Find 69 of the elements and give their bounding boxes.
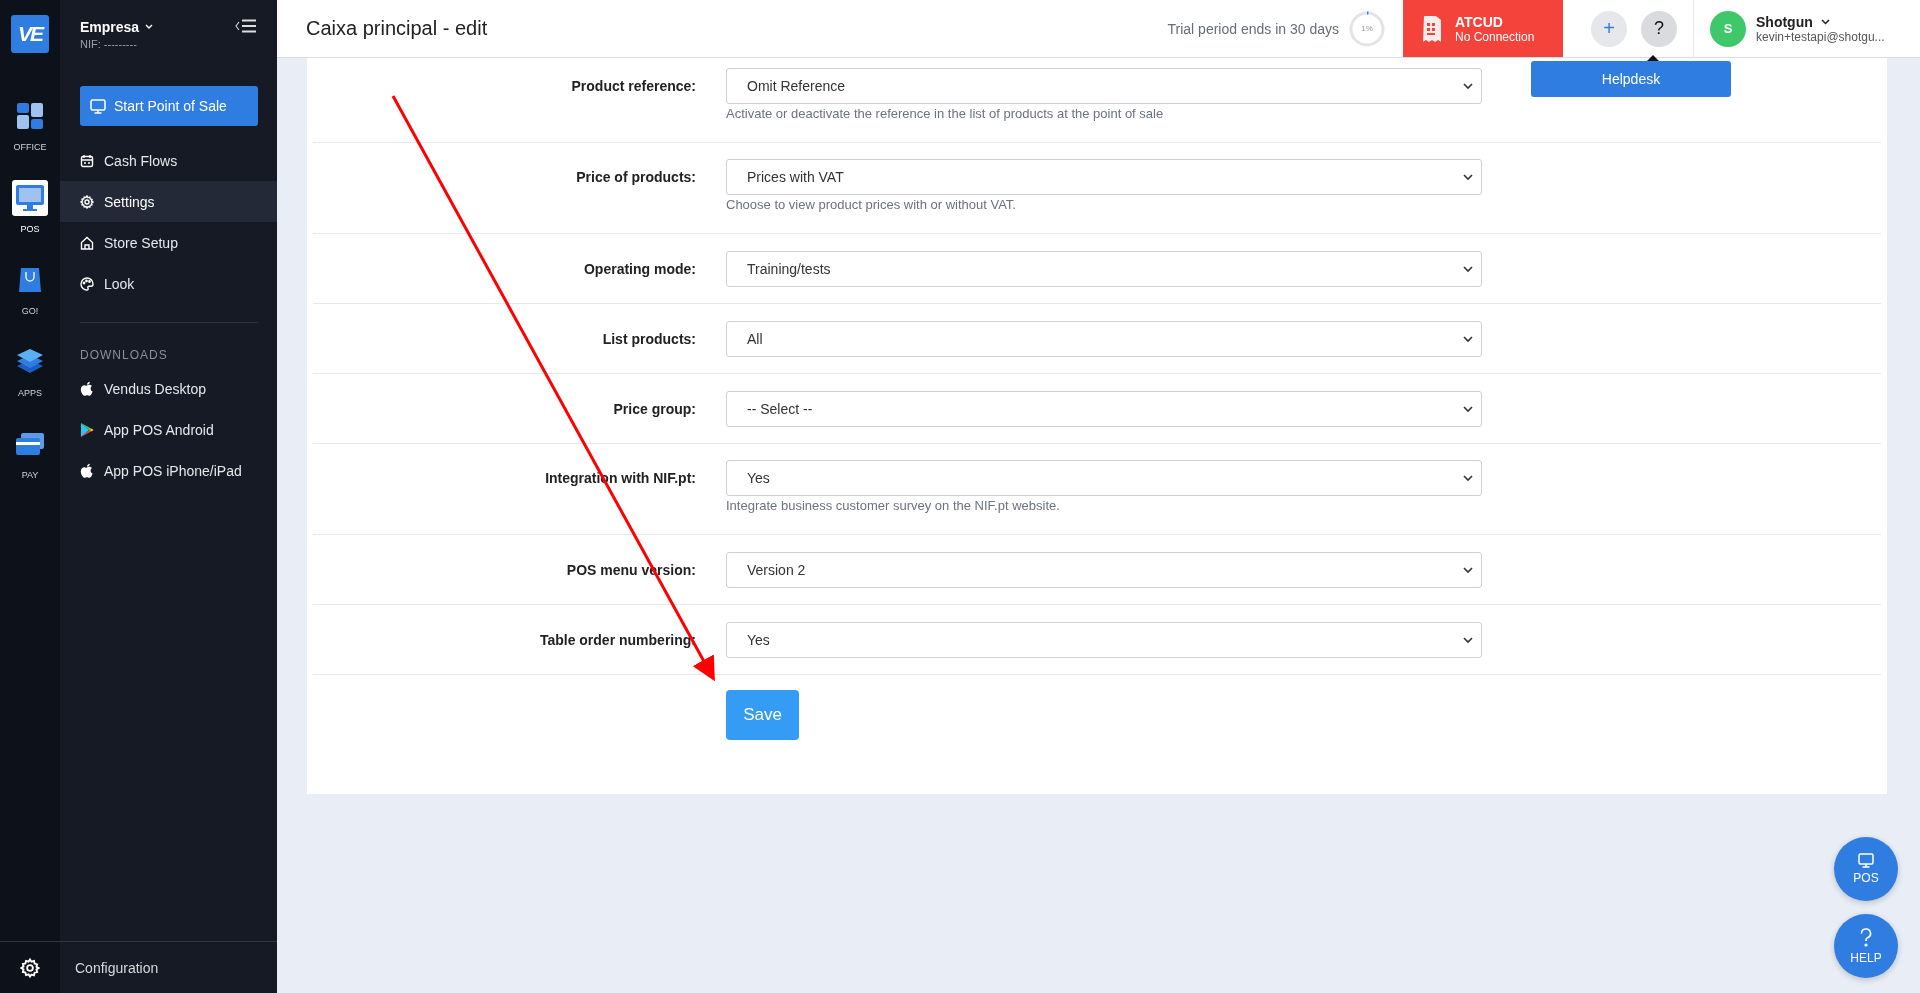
select-field[interactable]: Yes bbox=[726, 460, 1482, 496]
caret-icon[interactable] bbox=[1820, 18, 1830, 25]
help-button[interactable]: ? bbox=[1641, 10, 1677, 47]
select-field[interactable]: -- Select -- bbox=[726, 391, 1482, 427]
help-text: Integrate business customer survey on the NIF.pt website. bbox=[726, 497, 1061, 515]
field-label: Price group: bbox=[612, 400, 696, 419]
sidebar-item[interactable]: Look bbox=[60, 263, 277, 304]
page-title: Caixa principal - edit bbox=[305, 17, 489, 40]
start-pos-button[interactable]: Start Point of Sale bbox=[80, 86, 258, 126]
download-link[interactable]: App POS Android bbox=[60, 409, 277, 450]
chevron-icon bbox=[1463, 265, 1473, 273]
monitor-icon bbox=[90, 98, 106, 114]
field-label: Product reference: bbox=[570, 77, 696, 96]
chevron-icon bbox=[1463, 335, 1473, 343]
user-name[interactable]: Shotgun bbox=[1756, 13, 1813, 30]
rail-item[interactable]: GO! bbox=[12, 262, 48, 334]
helpdesk-button[interactable]: Helpdesk bbox=[1531, 60, 1731, 97]
settings-icon bbox=[80, 194, 94, 209]
credit-card-icon bbox=[15, 432, 45, 456]
select-field[interactable]: Prices with VAT bbox=[726, 159, 1482, 195]
dashboard-icon bbox=[16, 102, 44, 130]
calendar-icon bbox=[80, 153, 94, 168]
receipt-icon bbox=[1421, 14, 1443, 43]
layers-icon bbox=[16, 348, 44, 376]
select-field[interactable]: Yes bbox=[726, 622, 1482, 658]
question-icon bbox=[1859, 927, 1873, 948]
chevron-icon bbox=[1463, 474, 1473, 482]
palette-icon bbox=[80, 276, 94, 291]
atcud-status[interactable]: ATCUD No Connection bbox=[1403, 0, 1563, 57]
download-link[interactable]: Vendus Desktop bbox=[60, 368, 277, 409]
help-text: Activate or deactivate the reference in the list of products at the point of sale bbox=[726, 105, 1165, 123]
company-selector[interactable]: Empresa bbox=[80, 19, 154, 35]
sidebar-item[interactable]: Store Setup bbox=[60, 222, 277, 263]
help-text: Choose to view product prices with or without VAT. bbox=[726, 196, 1017, 214]
user-email: kevin+testapi@shotgu... bbox=[1756, 29, 1885, 44]
download-link[interactable]: App POS iPhone/iPad bbox=[60, 450, 277, 491]
apple-icon bbox=[80, 462, 94, 479]
chevron-icon bbox=[1463, 636, 1473, 644]
select-field[interactable]: All bbox=[726, 321, 1482, 357]
select-field[interactable]: Training/tests bbox=[726, 251, 1482, 287]
monitor-icon bbox=[1858, 853, 1874, 868]
trial-text: Trial period ends in 30 days bbox=[1167, 20, 1339, 37]
sidebar-item[interactable]: Settings bbox=[60, 181, 277, 222]
sidebar-item[interactable]: Cash Flows bbox=[60, 140, 277, 181]
monitor-icon bbox=[15, 184, 45, 212]
logo[interactable]: VE bbox=[11, 15, 49, 53]
field-label: Price of products: bbox=[575, 168, 696, 187]
select-field[interactable]: Omit Reference bbox=[726, 68, 1482, 104]
tooltip-pointer bbox=[1647, 54, 1659, 61]
field-label: Operating mode: bbox=[583, 260, 696, 279]
chevron-icon bbox=[1463, 566, 1473, 574]
rail-item[interactable]: OFFICE bbox=[12, 98, 48, 170]
field-label: List products: bbox=[601, 330, 696, 349]
shopping-bag-icon bbox=[18, 267, 42, 293]
settings-icon[interactable] bbox=[20, 957, 40, 978]
home-icon bbox=[80, 235, 94, 250]
nif-text: NIF: --------- bbox=[80, 38, 138, 50]
rail-item[interactable]: PAY bbox=[12, 426, 48, 498]
select-field[interactable]: Version 2 bbox=[726, 552, 1482, 588]
rail-item[interactable]: APPS bbox=[12, 344, 48, 416]
chevron-icon bbox=[1463, 173, 1473, 181]
chevron-icon bbox=[1463, 405, 1473, 413]
collapse-menu-icon[interactable] bbox=[235, 19, 257, 33]
configuration-link[interactable]: Configuration bbox=[75, 959, 159, 976]
chevron-icon bbox=[1463, 82, 1473, 90]
play-store-icon bbox=[80, 421, 94, 438]
progress-ring: 1% bbox=[1349, 10, 1385, 47]
section-heading: DOWNLOADS bbox=[79, 348, 169, 364]
apple-icon bbox=[80, 380, 94, 397]
